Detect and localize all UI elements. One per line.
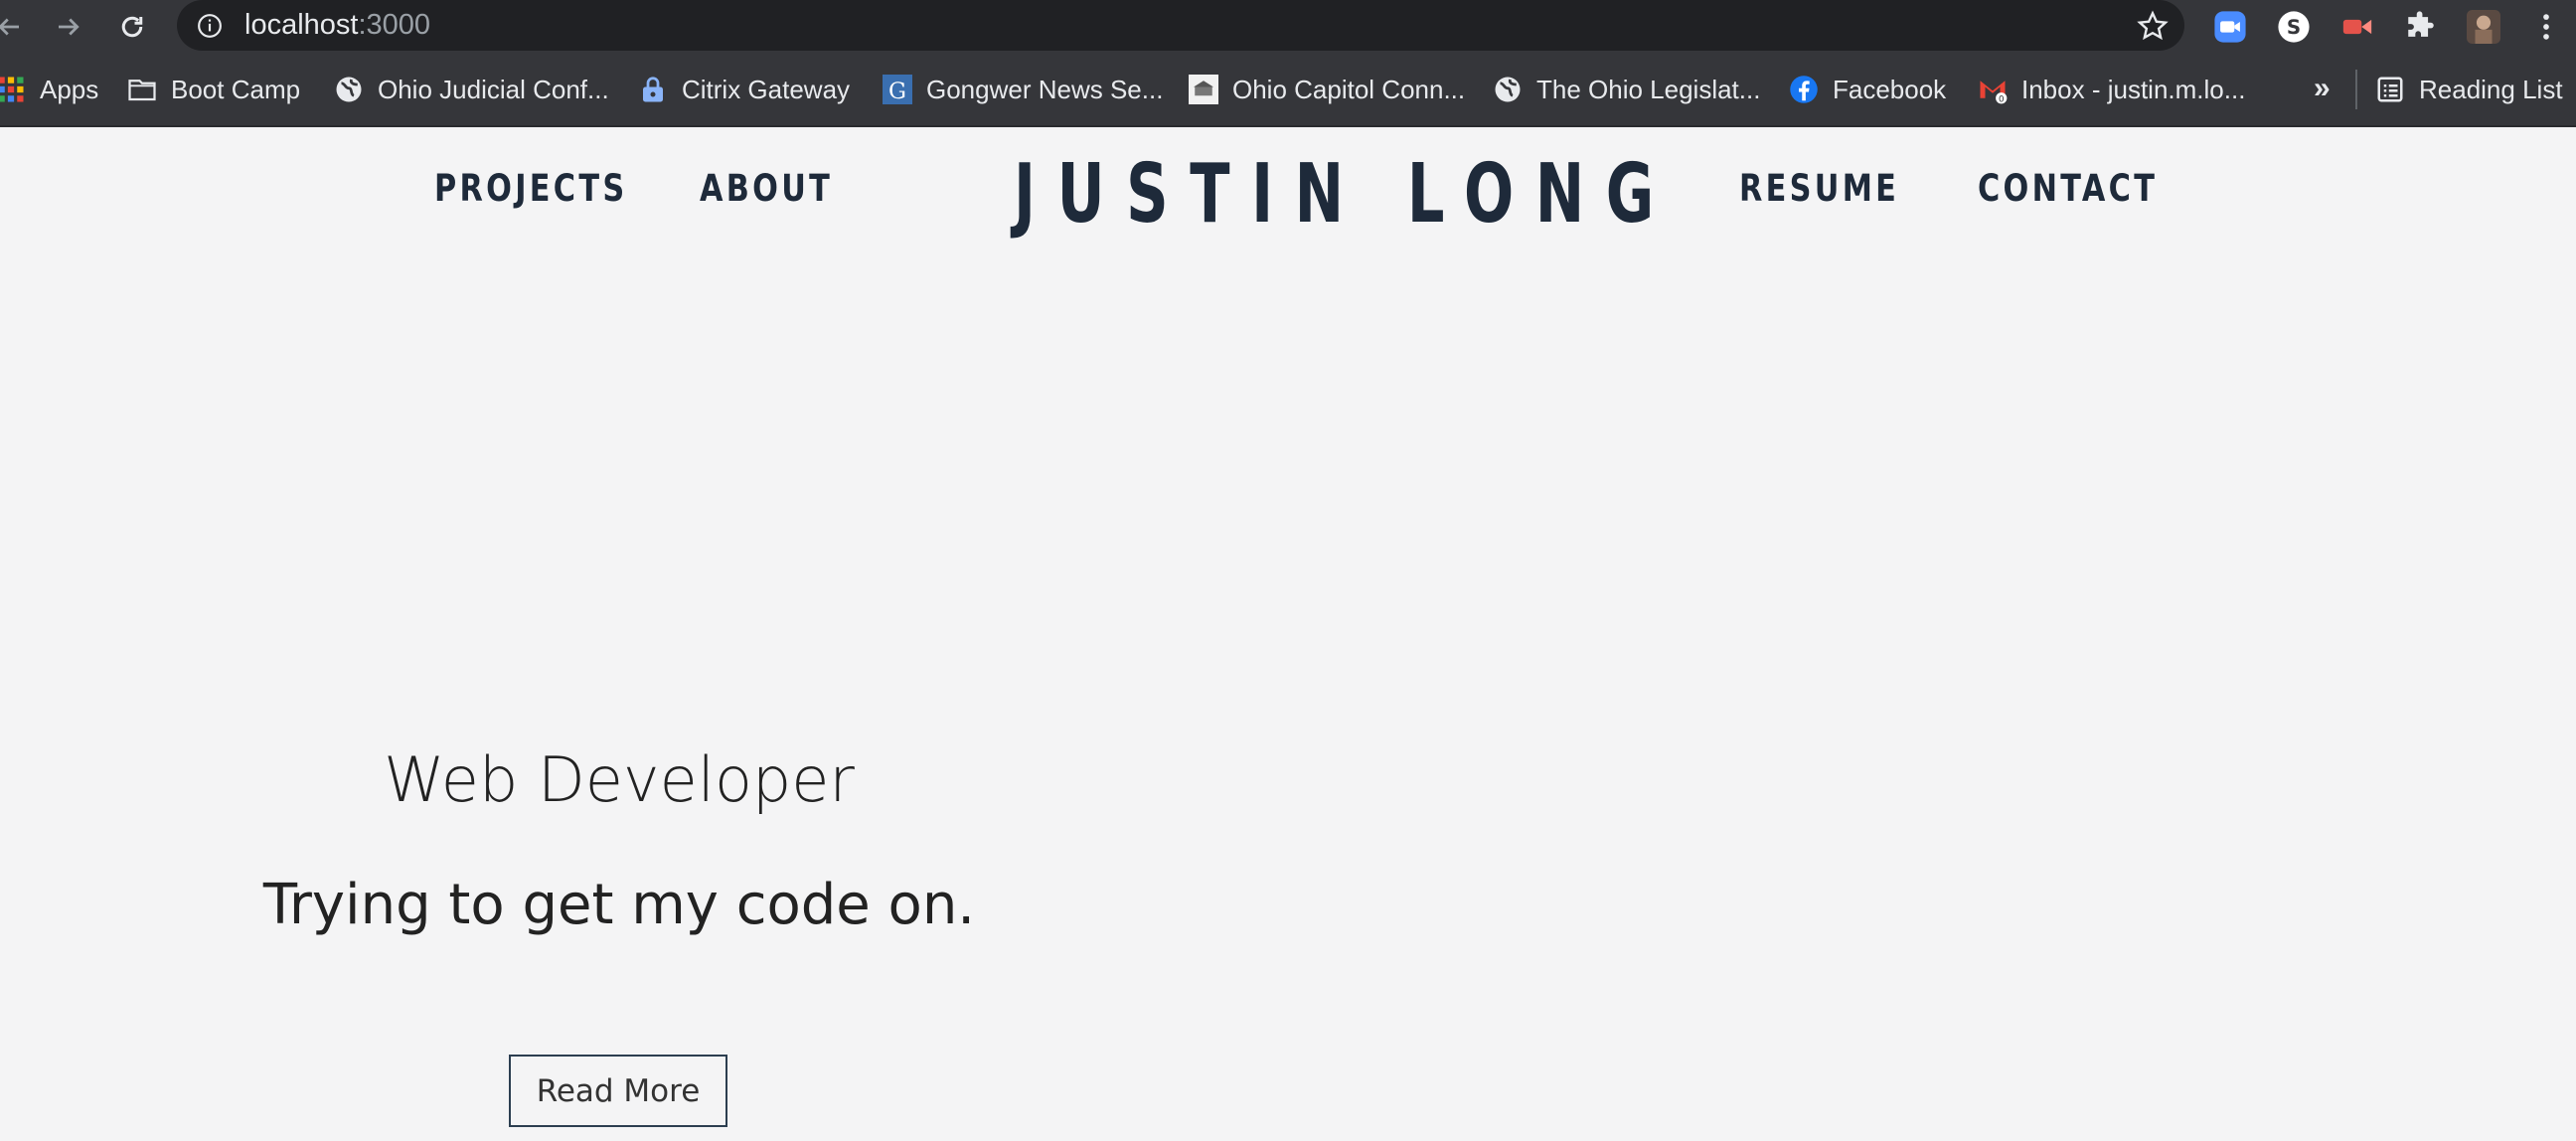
url-host: localhost — [244, 9, 359, 41]
bookmark-citrix-gateway[interactable]: Citrix Gateway — [638, 54, 850, 125]
forward-arrow-icon — [59, 18, 80, 36]
reading-list-label: Reading List — [2419, 74, 2563, 104]
back-arrow-icon — [0, 18, 19, 36]
apps-grid-icon — [0, 75, 26, 104]
url-text[interactable]: localhost:3000 — [244, 0, 430, 51]
browser-toolbar: localhost:3000 S — [0, 0, 2576, 54]
back-button[interactable] — [0, 6, 30, 48]
bookmarks-overflow-button[interactable]: » — [2314, 54, 2331, 125]
bookmark-label: The Ohio Legislat... — [1536, 74, 1761, 104]
gongwer-g-icon: G — [883, 75, 912, 104]
bookmark-facebook[interactable]: Facebook — [1789, 54, 1946, 125]
bookmark-label: Gongwer News Se... — [926, 74, 1164, 104]
bookmarks-bar: Apps Boot Camp Ohio Judicial Conf... Cit… — [0, 54, 2576, 127]
reload-icon — [121, 16, 143, 38]
svg-text:0: 0 — [1999, 95, 2005, 105]
address-bar[interactable]: localhost:3000 — [177, 0, 2184, 51]
bookmark-label: Ohio Judicial Conf... — [378, 74, 609, 104]
bookmark-boot-camp[interactable]: Boot Camp — [127, 54, 300, 125]
bookmark-label: Ohio Capitol Conn... — [1232, 74, 1466, 104]
gmail-icon: 0 — [1978, 75, 2008, 104]
globe-icon — [334, 75, 364, 104]
capitol-icon — [1189, 75, 1218, 104]
reading-list-icon — [2375, 75, 2405, 104]
nav-link-about[interactable]: ABOUT — [700, 149, 833, 229]
bookmark-gongwer[interactable]: G Gongwer News Se... — [883, 54, 1163, 125]
bookmark-label: Apps — [40, 74, 99, 104]
hero-title: Web Developer — [384, 743, 855, 816]
hero-subtitle: Trying to get my code on. — [262, 873, 976, 937]
svg-text:S: S — [2287, 16, 2301, 39]
browser-menu-icon[interactable] — [2528, 9, 2564, 45]
bookmark-label: Facebook — [1833, 74, 1947, 104]
bookmark-ohio-legislature[interactable]: The Ohio Legislat... — [1493, 54, 1760, 125]
bookmark-label: Citrix Gateway — [682, 74, 851, 104]
nav-link-projects[interactable]: PROJECTS — [434, 149, 627, 229]
bookmark-inbox[interactable]: 0 Inbox - justin.m.lo... — [1978, 54, 2245, 125]
info-icon[interactable] — [197, 13, 223, 39]
zoom-extension-icon[interactable] — [2212, 9, 2248, 45]
s-extension-icon[interactable]: S — [2276, 9, 2312, 45]
url-port: :3000 — [358, 9, 431, 41]
reading-list-button[interactable]: Reading List — [2375, 54, 2563, 125]
bookmark-label: Boot Camp — [171, 74, 301, 104]
forward-button[interactable] — [48, 6, 89, 48]
recorder-extension-icon[interactable] — [2339, 9, 2375, 45]
nav-link-resume[interactable]: RESUME — [1739, 149, 1899, 229]
bookmark-star-icon[interactable] — [2137, 10, 2169, 42]
reload-button[interactable] — [111, 6, 153, 48]
lock-icon — [638, 75, 668, 104]
nav-link-contact[interactable]: CONTACT — [1978, 149, 2158, 229]
globe-icon — [1493, 75, 1523, 104]
facebook-icon — [1789, 75, 1819, 104]
folder-icon — [127, 75, 157, 104]
profile-avatar[interactable] — [2463, 6, 2504, 48]
bookmarks-divider — [2355, 70, 2357, 109]
read-more-button[interactable]: Read More — [509, 1055, 727, 1127]
bookmark-label: Inbox - justin.m.lo... — [2021, 74, 2246, 104]
svg-text:G: G — [888, 79, 906, 104]
site-logo[interactable]: JUSTIN LONG — [1014, 147, 1676, 243]
bookmark-apps[interactable]: Apps — [0, 54, 98, 125]
bookmark-ohio-capitol[interactable]: Ohio Capitol Conn... — [1189, 54, 1465, 125]
bookmark-ohio-judicial[interactable]: Ohio Judicial Conf... — [334, 54, 609, 125]
extensions-puzzle-icon[interactable] — [2403, 9, 2439, 45]
